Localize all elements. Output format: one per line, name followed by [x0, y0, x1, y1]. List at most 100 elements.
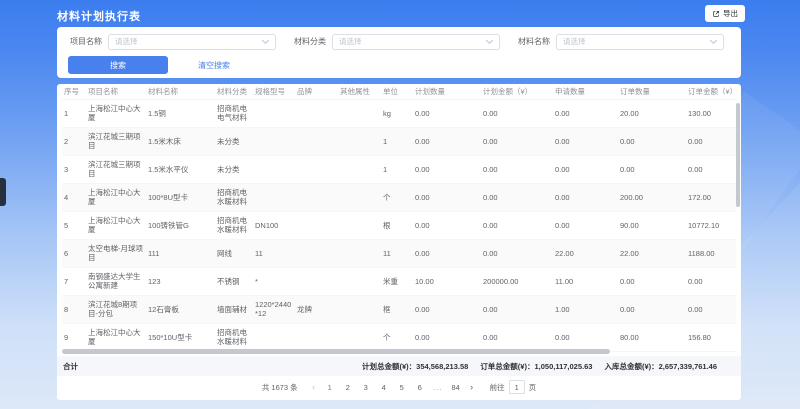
table-cell: 100*8U型卡 — [148, 183, 217, 211]
table-cell: 3 — [62, 155, 88, 183]
table-cell: 150*10U型卡 — [148, 323, 217, 351]
table-cell: 框 — [383, 295, 415, 323]
goto-page-input[interactable] — [509, 380, 525, 394]
table-cell — [297, 267, 340, 295]
table-cell: 0.00 — [688, 127, 736, 155]
table-panel: 序号项目名称材料名称材料分类规格型号品牌其他属性单位计划数量计划金额（¥）申请数… — [57, 84, 741, 400]
table-cell: 0.00 — [620, 267, 688, 295]
table-row: 9上海松江中心大厦150*10U型卡招商机电 水暖材料个0.000.000.00… — [62, 323, 736, 351]
page-button[interactable]: 5 — [396, 383, 408, 392]
select-placeholder: 请选择 — [115, 36, 138, 47]
table-cell: 0.00 — [483, 127, 555, 155]
table-cell — [340, 155, 383, 183]
table-cell: 未分类 — [217, 155, 255, 183]
table-cell — [340, 295, 383, 323]
filter-select-1[interactable]: 请选择 — [332, 34, 500, 50]
page-button[interactable]: 1 — [324, 383, 336, 392]
table-cell: 8 — [62, 295, 88, 323]
table-cell: 个 — [383, 183, 415, 211]
clear-search-link[interactable]: 清空搜索 — [198, 60, 230, 71]
horizontal-scrollbar[interactable] — [62, 349, 610, 354]
table-cell: 11 — [383, 239, 415, 267]
pagination-total: 共 1673 条 — [262, 382, 298, 393]
filter-row: 项目名称请选择材料分类请选择材料名称请选择 — [57, 27, 741, 50]
table-cell: 个 — [383, 323, 415, 351]
table-cell: 招商机电 电气材料 — [217, 99, 255, 127]
page-list: 123456...84 — [324, 383, 462, 392]
table-cell: 7 — [62, 267, 88, 295]
table-cell — [255, 99, 297, 127]
table-row: 1上海松江中心大厦1.5铜招商机电 电气材料kg0.000.000.0020.0… — [62, 99, 736, 127]
table-cell: 1.5米木床 — [148, 127, 217, 155]
column-header: 单位 — [383, 84, 415, 99]
select-placeholder: 请选择 — [563, 36, 586, 47]
column-header: 规格型号 — [255, 84, 297, 99]
table-cell: 0.00 — [620, 155, 688, 183]
table-cell — [297, 211, 340, 239]
table-cell: 0.00 — [415, 295, 483, 323]
search-button[interactable]: 搜索 — [68, 56, 168, 74]
filter-label: 材料名称 — [518, 36, 556, 47]
column-header: 订单金额（¥） — [688, 84, 736, 99]
table-cell — [297, 127, 340, 155]
table-row: 5上海松江中心大厦100铸铁管G招商机电 水暖材料DN100根0.000.000… — [62, 211, 736, 239]
table-cell: 1 — [383, 127, 415, 155]
table-cell: 6 — [62, 239, 88, 267]
table-cell: 1.5米水平仪 — [148, 155, 217, 183]
screen: 材料计划执行表 导出 项目名称请选择材料分类请选择材料名称请选择 搜索 清空搜索… — [0, 0, 800, 409]
table-cell: 0.00 — [555, 211, 620, 239]
column-header: 品牌 — [297, 84, 340, 99]
table-cell: 1220*2440*12 — [255, 295, 297, 323]
table-cell: 根 — [383, 211, 415, 239]
table-cell: 太空电梯-月球项目 — [88, 239, 148, 267]
chevron-down-icon — [710, 37, 717, 44]
table-cell: 123 — [148, 267, 217, 295]
pagination: 共 1673 条 ‹ 123456...84 › 前往 页 — [57, 379, 741, 395]
table-cell: 0.00 — [415, 239, 483, 267]
sidebar-handle[interactable] — [0, 178, 6, 206]
page-button[interactable]: 2 — [342, 383, 354, 392]
table-cell — [255, 155, 297, 183]
page-button[interactable]: 4 — [378, 383, 390, 392]
filter-select-0[interactable]: 请选择 — [108, 34, 276, 50]
table-cell: 4 — [62, 183, 88, 211]
table-cell: 172.00 — [688, 183, 736, 211]
table-cell: 不锈钢 — [217, 267, 255, 295]
page-button[interactable]: 6 — [414, 383, 426, 392]
table-cell: 11.00 — [555, 267, 620, 295]
summary-row: 合计 计划总金额(¥)：354,568,213.58订单总金额(¥)：1,050… — [57, 356, 741, 376]
table-cell: 20.00 — [620, 99, 688, 127]
table-cell: 0.00 — [555, 183, 620, 211]
table-cell: 10.00 — [415, 267, 483, 295]
column-header: 其他属性 — [340, 84, 383, 99]
column-header: 项目名称 — [88, 84, 148, 99]
vertical-scrollbar[interactable] — [736, 103, 740, 207]
goto-page: 前往 页 — [490, 380, 537, 394]
table-cell: 南钢盛达大学生公寓新建 — [88, 267, 148, 295]
table-cell — [297, 239, 340, 267]
export-button[interactable]: 导出 — [705, 5, 745, 22]
table-row: 4上海松江中心大厦100*8U型卡招商机电 水暖材料个0.000.000.002… — [62, 183, 736, 211]
table-cell: 9 — [62, 323, 88, 351]
column-header: 申请数量 — [555, 84, 620, 99]
page-button[interactable]: 84 — [450, 383, 462, 392]
table-cell: 0.00 — [483, 295, 555, 323]
table-cell: 0.00 — [620, 127, 688, 155]
page-button[interactable]: 3 — [360, 383, 372, 392]
filter-select-2[interactable]: 请选择 — [556, 34, 724, 50]
next-page-icon[interactable]: › — [467, 382, 477, 392]
table-cell — [340, 183, 383, 211]
column-header: 材料名称 — [148, 84, 217, 99]
materials-table: 序号项目名称材料名称材料分类规格型号品牌其他属性单位计划数量计划金额（¥）申请数… — [62, 84, 736, 352]
table-cell: 22.00 — [620, 239, 688, 267]
column-header: 订单数量 — [620, 84, 688, 99]
table-cell: 米重 — [383, 267, 415, 295]
filter-label: 项目名称 — [70, 36, 108, 47]
table-cell: 1 — [62, 99, 88, 127]
table-cell: 200.00 — [620, 183, 688, 211]
table-cell: 0.00 — [483, 239, 555, 267]
table-cell — [340, 267, 383, 295]
previous-page-icon[interactable]: ‹ — [309, 382, 319, 392]
table-cell: 0.00 — [483, 211, 555, 239]
table-cell: 12石膏板 — [148, 295, 217, 323]
